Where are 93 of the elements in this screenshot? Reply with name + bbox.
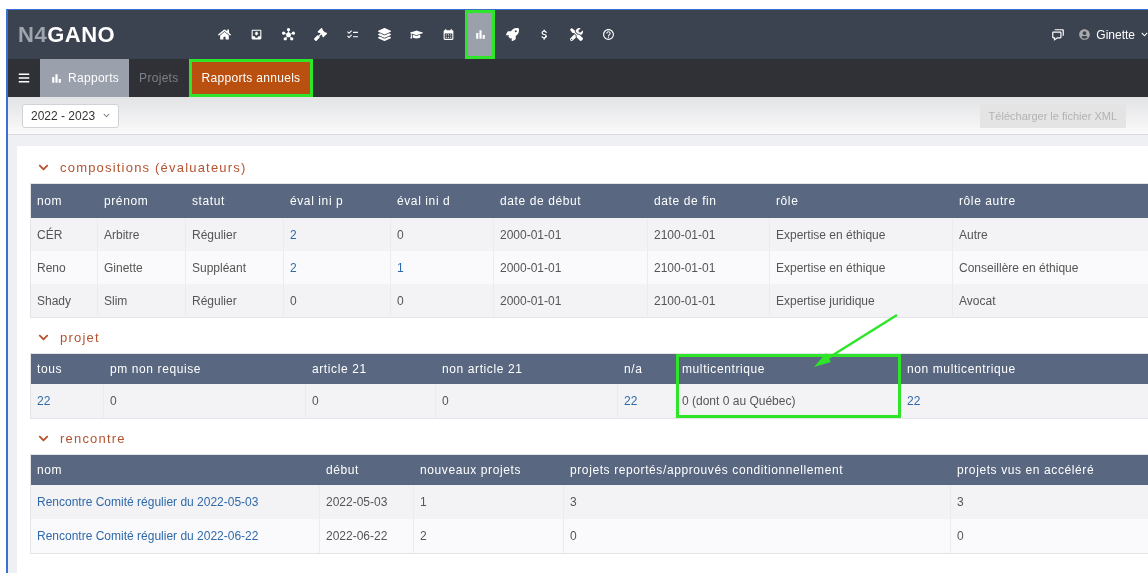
table-cell: Slim bbox=[98, 284, 186, 317]
table-cell: CÉR bbox=[31, 218, 98, 251]
column-header[interactable]: projets vus en accéléré bbox=[951, 455, 1148, 485]
table-cell: 2022-06-22 bbox=[320, 519, 414, 553]
column-header[interactable]: non article 21 bbox=[436, 354, 618, 384]
table-cell: 2000-01-01 bbox=[494, 284, 648, 317]
column-header[interactable]: date de début bbox=[494, 184, 648, 218]
table-cell: Suppléant bbox=[186, 251, 284, 284]
table-cell: Shady bbox=[31, 284, 98, 317]
year-select[interactable]: 2022 - 2023 bbox=[22, 103, 120, 128]
nav-tab[interactable]: Projets bbox=[129, 59, 189, 97]
table-cell: 0 bbox=[104, 384, 306, 418]
table-cell: Reno bbox=[31, 251, 98, 284]
column-header[interactable]: nouveaux projets bbox=[414, 455, 564, 485]
table-link[interactable]: 22 bbox=[901, 384, 1148, 418]
chevron-icon bbox=[38, 162, 49, 173]
column-header[interactable]: éval ini d bbox=[391, 184, 494, 218]
column-header[interactable]: éval ini p bbox=[284, 184, 391, 218]
checklist-icon bbox=[345, 28, 359, 41]
column-header[interactable]: projets reportés/approuvés conditionnellement bbox=[564, 455, 951, 485]
home-icon bbox=[217, 28, 231, 41]
table-cell: 0 bbox=[306, 384, 436, 418]
calendar-icon bbox=[441, 28, 455, 41]
caret-icon bbox=[103, 112, 111, 119]
table-cell: 2100-01-01 bbox=[648, 284, 770, 317]
column-header[interactable]: début bbox=[320, 455, 414, 485]
tools-icon bbox=[569, 28, 583, 41]
help-icon bbox=[601, 28, 615, 41]
section-header[interactable]: rencontre bbox=[30, 423, 134, 454]
nav-tab[interactable]: Rapports annuels bbox=[188, 59, 314, 97]
table-cell: Régulier bbox=[186, 284, 284, 317]
table-cell: 2000-01-01 bbox=[494, 218, 648, 251]
table-cell: Régulier bbox=[186, 218, 284, 251]
table-cell: 0 bbox=[284, 284, 391, 317]
app-logo: N4GANO bbox=[18, 21, 117, 48]
menu-icon bbox=[18, 72, 30, 84]
column-header[interactable]: tous bbox=[31, 354, 104, 384]
caret-icon bbox=[1141, 31, 1148, 38]
table-cell: 0 bbox=[951, 519, 1148, 553]
user-menu[interactable]: Ginette bbox=[1079, 27, 1148, 42]
chat-icon[interactable] bbox=[1051, 27, 1066, 42]
bar-chart-icon bbox=[50, 71, 63, 85]
column-header[interactable]: rôle bbox=[770, 184, 953, 218]
chevron-icon bbox=[38, 332, 49, 343]
table-cell: 3 bbox=[564, 485, 951, 519]
section-header[interactable]: projet bbox=[30, 322, 108, 353]
table-cell: 0 bbox=[391, 218, 494, 251]
graduation-cap-icon bbox=[409, 28, 423, 41]
bar-chart-icon bbox=[473, 28, 487, 41]
table-cell: 0 bbox=[436, 384, 618, 418]
layers-icon bbox=[377, 28, 391, 41]
table-cell: Expertise en éthique bbox=[770, 218, 953, 251]
column-header[interactable]: statut bbox=[186, 184, 284, 218]
tray-icon bbox=[249, 28, 263, 41]
column-header[interactable]: rôle autre bbox=[953, 184, 1148, 218]
table-link[interactable]: 1 bbox=[391, 251, 494, 284]
table-cell: 2000-01-01 bbox=[494, 251, 648, 284]
table-cell: 3 bbox=[951, 485, 1148, 519]
table-link[interactable]: 22 bbox=[31, 384, 104, 418]
column-header[interactable]: nom bbox=[31, 455, 320, 485]
table-link[interactable]: Rencontre Comité régulier du 2022-06-22 bbox=[31, 519, 320, 553]
column-header[interactable]: date de fin bbox=[648, 184, 770, 218]
table-cell: 0 bbox=[391, 284, 494, 317]
section-header[interactable]: compositions (évaluateurs) bbox=[30, 152, 255, 183]
column-header[interactable]: nom bbox=[31, 184, 98, 218]
table-cell: 0 bbox=[564, 519, 951, 553]
column-header[interactable]: article 21 bbox=[306, 354, 436, 384]
table-cell: 0 (dont 0 au Québec) bbox=[676, 384, 901, 418]
table-cell: Arbitre bbox=[98, 218, 186, 251]
column-header[interactable]: n/a bbox=[618, 354, 676, 384]
table-cell: Expertise juridique bbox=[770, 284, 953, 317]
table-link[interactable]: 2 bbox=[284, 251, 391, 284]
table-cell: Conseillère en éthique bbox=[953, 251, 1148, 284]
table-link[interactable]: 2 bbox=[284, 218, 391, 251]
gavel-icon bbox=[313, 28, 327, 41]
table-cell: Avocat bbox=[953, 284, 1148, 317]
table-cell: 2100-01-01 bbox=[648, 251, 770, 284]
column-header[interactable]: prénom bbox=[98, 184, 186, 218]
user-icon bbox=[1079, 29, 1091, 40]
chevron-icon bbox=[38, 433, 49, 444]
table-cell: 1 bbox=[414, 485, 564, 519]
table-cell: 2100-01-01 bbox=[648, 218, 770, 251]
table-link[interactable]: 22 bbox=[618, 384, 676, 418]
table-cell: Ginette bbox=[98, 251, 186, 284]
rocket-icon bbox=[505, 28, 519, 41]
column-header[interactable]: pm non requise bbox=[104, 354, 306, 384]
table-cell: 2022-05-03 bbox=[320, 485, 414, 519]
nodes-icon bbox=[281, 28, 295, 41]
column-header[interactable]: non multicentrique bbox=[901, 354, 1148, 384]
table-cell: Autre bbox=[953, 218, 1148, 251]
table-cell: Expertise en éthique bbox=[770, 251, 953, 284]
table-link[interactable]: Rencontre Comité régulier du 2022-05-03 bbox=[31, 485, 320, 519]
table-cell: 2 bbox=[414, 519, 564, 553]
